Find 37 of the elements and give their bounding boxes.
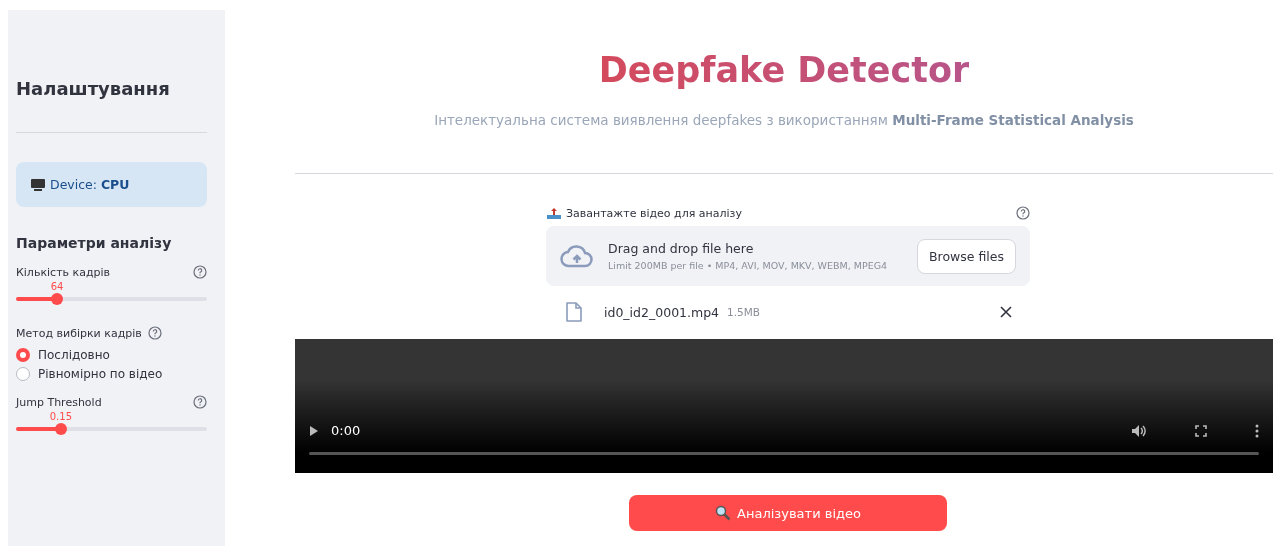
- file-drop-zone[interactable]: Drag and drop file here Limit 200MB per file • MP4, AVI, MOV, MKV, WEBM, MPEG4 Browse files: [546, 226, 1030, 286]
- page-subtitle: Інтелектуальна система виявлення deepfakes з використанням Multi-Frame Statistical Analysis: [434, 112, 1134, 128]
- play-icon[interactable]: [309, 424, 319, 437]
- more-options-icon[interactable]: [1255, 423, 1259, 438]
- slider-thumb[interactable]: [54, 423, 67, 435]
- fullscreen-icon[interactable]: [1195, 424, 1207, 437]
- video-progress-track[interactable]: [309, 452, 1259, 455]
- slider-label: Кількість кадрів: [16, 265, 111, 279]
- sidebar-title: Налаштування: [16, 78, 207, 133]
- magnifier-icon: [715, 505, 732, 521]
- file-limit-text: Limit 200MB per file • MP4, AVI, MOV, MKV, WEBM, MPEG4: [608, 260, 889, 271]
- upload-tray-icon: [546, 206, 562, 220]
- file-icon: [566, 302, 582, 322]
- radio-option[interactable]: Послідовно: [16, 348, 110, 362]
- cloud-upload-icon: [560, 244, 594, 268]
- volume-icon[interactable]: [1131, 423, 1147, 438]
- help-icon[interactable]: [147, 326, 162, 340]
- slider-value: 0.15: [49, 411, 72, 422]
- help-icon[interactable]: [1016, 206, 1030, 220]
- drop-instruction: Drag and drop file here: [608, 241, 755, 256]
- uploader-label: Завантажте відео для аналізу: [566, 206, 742, 220]
- close-icon[interactable]: [1000, 306, 1012, 318]
- radio-group-label: Метод вибірки кадрів: [16, 326, 142, 340]
- slider-label: Jump Threshold: [16, 395, 102, 409]
- file-size: 1.5MB: [727, 306, 761, 318]
- video-player[interactable]: 0:00: [295, 339, 1273, 473]
- browse-files-button[interactable]: Browse files: [916, 238, 1016, 274]
- monitor-icon: [30, 177, 46, 192]
- file-name: id0_id2_0001.mp4: [604, 304, 720, 320]
- slider-thumb[interactable]: [51, 293, 64, 305]
- radio-option[interactable]: Рівномірно по відео: [16, 367, 163, 381]
- slider-value: 64: [50, 281, 64, 292]
- section-title: Параметри аналізу: [16, 235, 173, 251]
- help-icon[interactable]: [193, 395, 207, 409]
- help-icon[interactable]: [193, 265, 207, 279]
- video-time: 0:00: [331, 423, 361, 438]
- device-info-box: Device: CPU: [16, 162, 207, 207]
